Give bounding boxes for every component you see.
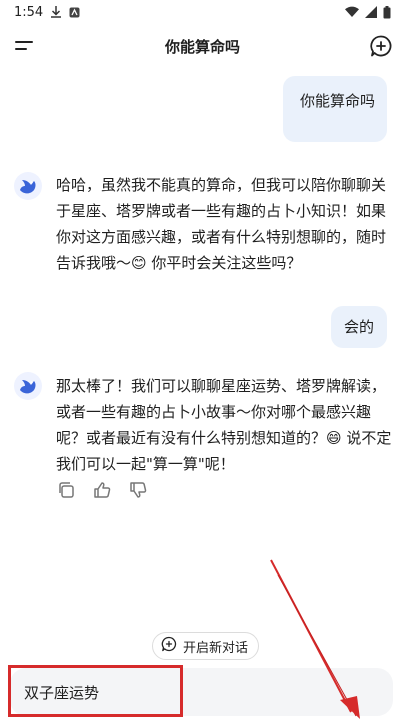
new-conversation-button[interactable]: 开启新对话 bbox=[152, 632, 260, 660]
assistant-avatar bbox=[14, 372, 42, 400]
download-icon bbox=[51, 6, 62, 18]
message-actions bbox=[56, 480, 148, 500]
top-app-bar: 你能算命吗 bbox=[0, 28, 405, 64]
new-chat-icon bbox=[161, 636, 177, 656]
status-time: 1:54 bbox=[14, 4, 44, 20]
message-input-value: 双子座运势 bbox=[24, 684, 100, 702]
assistant-avatar bbox=[14, 172, 42, 200]
menu-icon[interactable] bbox=[14, 36, 34, 56]
user-message: 你能算命吗 bbox=[283, 76, 387, 142]
wifi-icon bbox=[345, 6, 359, 18]
status-bar: 1:54 bbox=[0, 0, 405, 24]
copy-icon[interactable] bbox=[56, 480, 76, 500]
new-conversation-label: 开启新对话 bbox=[183, 640, 249, 656]
battery-icon bbox=[383, 5, 391, 19]
user-message: 会的 bbox=[331, 306, 387, 348]
new-chat-icon[interactable] bbox=[369, 34, 393, 58]
assistant-message: 那太棒了！我们可以聊聊星座运势、塔罗牌解读，或者一些有趣的占卜小故事～你对哪个最… bbox=[56, 377, 392, 473]
app-notification-icon bbox=[69, 7, 80, 18]
signal-icon bbox=[365, 6, 377, 18]
page-title: 你能算命吗 bbox=[164, 37, 240, 56]
message-input[interactable]: 双子座运势 bbox=[10, 668, 393, 716]
thumbs-up-icon[interactable] bbox=[92, 480, 112, 500]
assistant-message: 哈哈，虽然我不能真的算命，但我可以陪你聊聊关于星座、塔罗牌或者一些有趣的占卜小知… bbox=[56, 176, 387, 272]
thumbs-down-icon[interactable] bbox=[128, 480, 148, 500]
